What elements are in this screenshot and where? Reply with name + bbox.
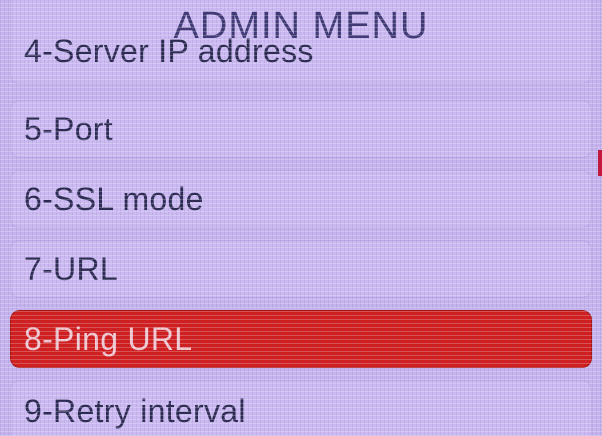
menu-item-port[interactable]: 5-Port [10, 100, 592, 158]
page-title: ADMIN MENU [173, 5, 429, 47]
menu-item-retry-interval[interactable]: 9-Retry interval [10, 380, 592, 436]
admin-menu-list: 4-Server IP address 5-Port 6-SSL mode 7-… [0, 0, 602, 436]
menu-item-label: 6-SSL mode [24, 180, 204, 217]
lcd-screen: 4-Server IP address 5-Port 6-SSL mode 7-… [0, 0, 602, 436]
menu-item-label: 9-Retry interval [24, 392, 246, 429]
menu-item-label: 8-Ping URL [24, 320, 193, 357]
scroll-indicator [598, 150, 602, 176]
menu-item-label: 7-URL [24, 250, 118, 287]
menu-item-url[interactable]: 7-URL [10, 240, 592, 298]
menu-item-label: 5-Port [24, 110, 113, 147]
menu-item-ssl-mode[interactable]: 6-SSL mode [10, 170, 592, 228]
menu-item-ping-url[interactable]: 8-Ping URL [10, 310, 592, 368]
